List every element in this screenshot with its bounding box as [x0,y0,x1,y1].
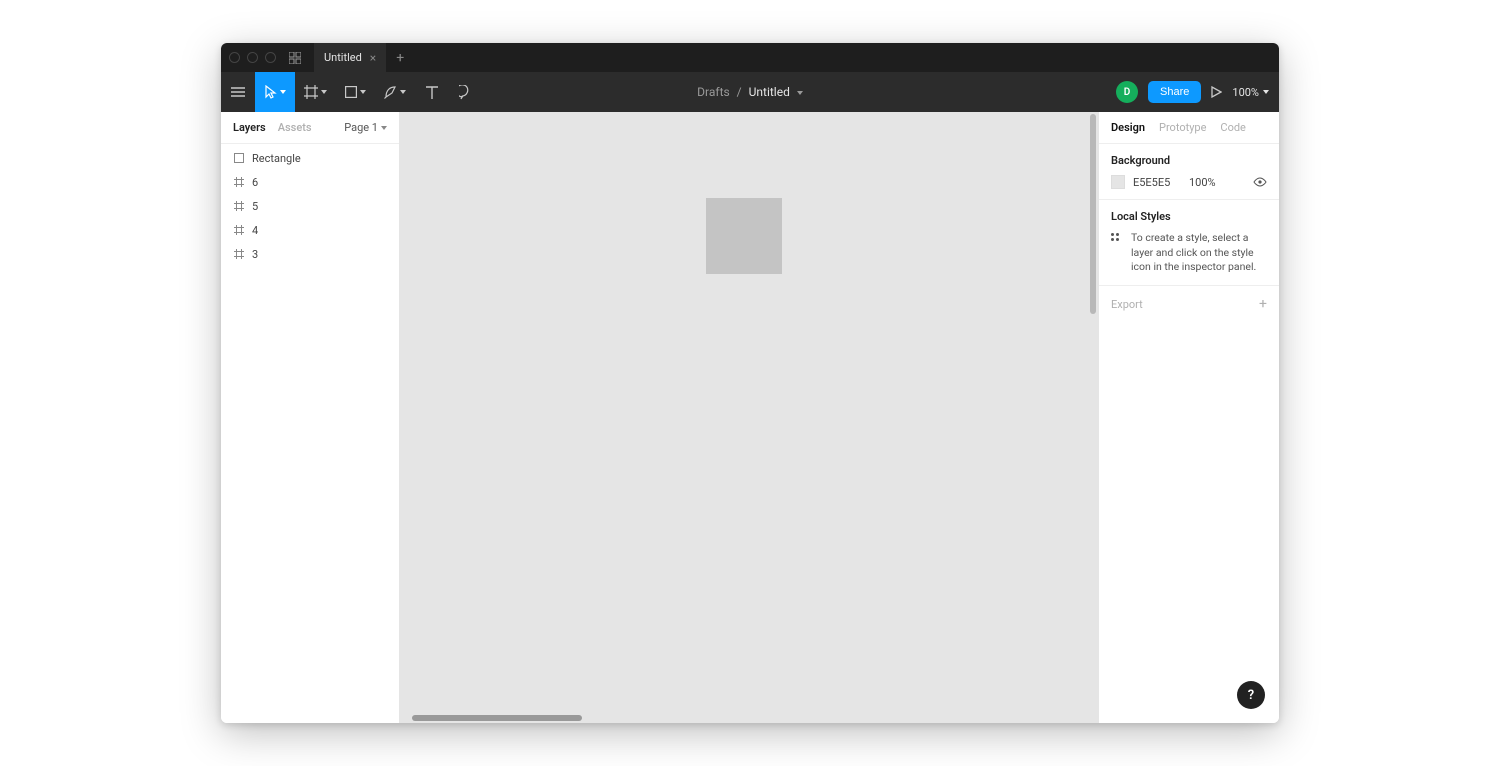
export-section[interactable]: Export + [1099,286,1279,322]
text-tool[interactable] [415,72,449,112]
vertical-scrollbar[interactable] [1090,114,1096,693]
move-tool[interactable] [255,72,295,112]
app-window: Untitled × + [221,43,1279,723]
layer-name: 3 [252,248,258,261]
visibility-toggle-icon[interactable] [1253,177,1267,187]
breadcrumb-separator: / [737,85,742,99]
menu-button[interactable] [221,72,255,112]
window-titlebar: Untitled × + [221,43,1279,72]
page-label: Page 1 [344,121,378,134]
chevron-down-icon [1263,90,1269,94]
user-avatar[interactable]: D [1116,81,1138,103]
add-export-icon[interactable]: + [1259,296,1267,312]
main-area: Layers Assets Page 1 Rectangle [221,112,1279,723]
local-styles-title: Local Styles [1111,210,1267,223]
horizontal-scrollbar[interactable] [412,715,1086,721]
frame-tool[interactable] [295,72,335,112]
chevron-down-icon [280,90,286,94]
code-tab[interactable]: Code [1220,121,1245,134]
present-button[interactable] [1211,86,1222,98]
design-tab[interactable]: Design [1111,121,1145,134]
styles-grid-icon [1111,233,1121,241]
comment-tool[interactable] [449,72,483,112]
chevron-down-icon [797,91,803,95]
page-selector[interactable]: Page 1 [344,121,387,134]
frame-icon [233,248,245,260]
background-swatch[interactable] [1111,175,1125,189]
minimize-window-button[interactable] [247,52,258,63]
new-tab-button[interactable]: + [386,50,414,66]
share-button[interactable]: Share [1148,81,1201,103]
left-panel: Layers Assets Page 1 Rectangle [221,112,400,723]
left-panel-header: Layers Assets Page 1 [221,112,399,144]
chevron-down-icon [360,90,366,94]
file-tab[interactable]: Untitled × [314,43,386,72]
rectangle-icon [233,152,245,164]
layer-item[interactable]: Rectangle [221,146,399,170]
home-grid-icon[interactable] [288,51,302,65]
chevron-down-icon [381,126,387,130]
background-section: Background E5E5E5 100% [1099,144,1279,200]
layers-tab[interactable]: Layers [233,121,266,134]
chevron-down-icon [321,90,327,94]
layer-name: 6 [252,176,258,189]
file-tab-label: Untitled [324,51,362,64]
background-title: Background [1111,154,1267,167]
pen-tool[interactable] [375,72,415,112]
assets-tab[interactable]: Assets [278,121,312,134]
close-window-button[interactable] [229,52,240,63]
background-hex[interactable]: E5E5E5 [1133,176,1181,189]
frame-icon [233,176,245,188]
close-tab-icon[interactable]: × [370,52,376,64]
canvas-rectangle-shape[interactable] [706,198,782,274]
layer-item[interactable]: 3 [221,242,399,266]
help-button[interactable]: ? [1237,681,1265,709]
prototype-tab[interactable]: Prototype [1159,121,1206,134]
layer-name: 5 [252,200,258,213]
shape-tool[interactable] [335,72,375,112]
traffic-lights [229,52,276,63]
zoom-value: 100% [1232,86,1259,99]
frame-icon [233,200,245,212]
layer-name: Rectangle [252,152,301,165]
layer-item[interactable]: 5 [221,194,399,218]
zoom-level[interactable]: 100% [1232,86,1269,99]
layer-name: 4 [252,224,258,237]
toolbar: Drafts / Untitled D Share 100% [221,72,1279,112]
breadcrumb-folder[interactable]: Drafts [697,85,730,99]
right-panel-tabs: Design Prototype Code [1099,112,1279,144]
layer-item[interactable]: 6 [221,170,399,194]
right-panel: Design Prototype Code Background E5E5E5 … [1098,112,1279,723]
layer-list: Rectangle 6 5 [221,144,399,266]
local-styles-message: To create a style, select a layer and cl… [1131,231,1267,275]
maximize-window-button[interactable] [265,52,276,63]
frame-icon [233,224,245,236]
export-label: Export [1111,298,1143,311]
canvas[interactable] [400,112,1098,723]
background-opacity[interactable]: 100% [1189,176,1216,189]
breadcrumb-file[interactable]: Untitled [749,85,790,99]
chevron-down-icon [400,90,406,94]
layer-item[interactable]: 4 [221,218,399,242]
local-styles-section: Local Styles To create a style, select a… [1099,200,1279,286]
